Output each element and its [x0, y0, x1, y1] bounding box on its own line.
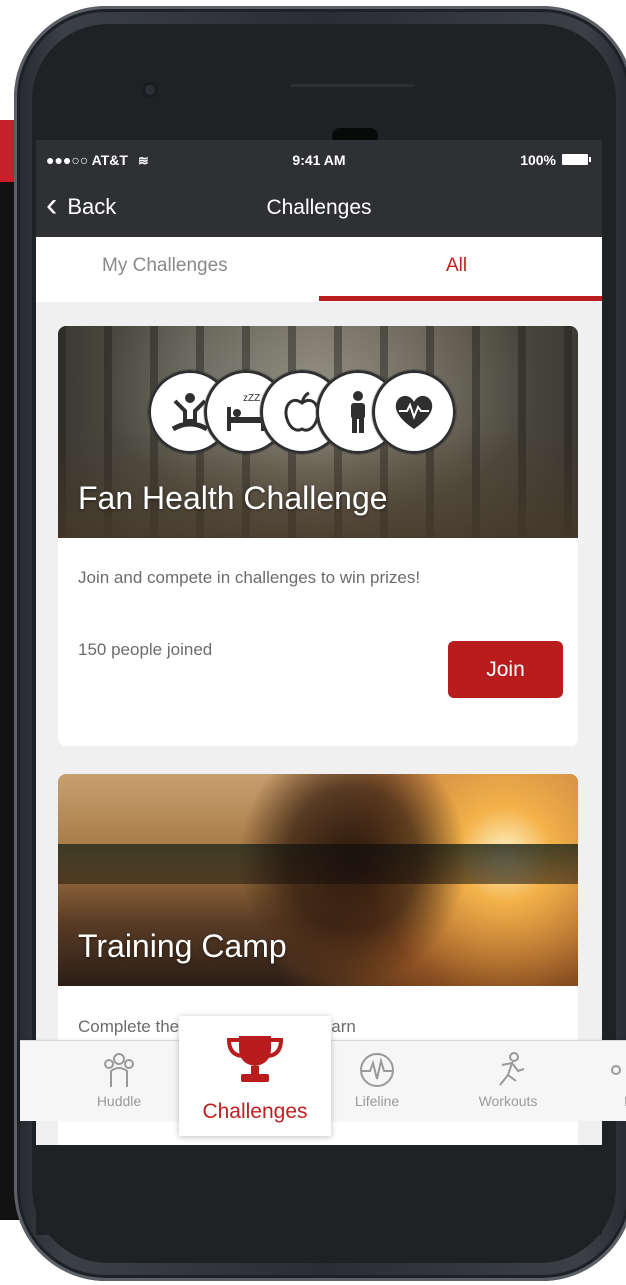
status-bar: ●●●○○ AT&T ≋ 9:41 AM 100%: [36, 140, 602, 180]
phone-screen: ●●●○○ AT&T ≋ 9:41 AM 100% ‹ Back Challen…: [36, 140, 602, 1145]
tab-my-challenges[interactable]: My Challenges: [102, 255, 228, 277]
tab-more[interactable]: M: [610, 1051, 626, 1109]
battery-percent: 100%: [520, 152, 556, 168]
challenge-description: Join and compete in challenges to win pr…: [78, 568, 421, 587]
tab-all[interactable]: All: [446, 255, 467, 277]
svg-text:zZZ: zZZ: [243, 393, 260, 404]
tab-label: Challenges: [202, 1100, 308, 1123]
tab-huddle[interactable]: Huddle: [84, 1051, 154, 1109]
huddle-icon: [104, 1053, 134, 1087]
speaker-grille: [290, 84, 415, 87]
navigation-bar: ‹ Back Challenges: [36, 180, 602, 237]
tab-workouts[interactable]: Workouts: [468, 1051, 548, 1109]
challenge-card[interactable]: zZZ Fan Health Challenge Join and compet…: [58, 326, 578, 746]
tab-label: Workouts: [478, 1093, 538, 1109]
badge-icons: zZZ: [148, 370, 456, 456]
participant-count: 150 people joined: [78, 640, 213, 659]
page-title: Challenges: [266, 196, 372, 219]
challenge-title: Fan Health Challenge: [78, 480, 388, 516]
battery-icon: [562, 154, 591, 165]
tab-label: Lifeline: [354, 1093, 400, 1109]
tab-label: Huddle: [96, 1093, 142, 1109]
front-camera: [142, 82, 158, 98]
challenge-title: Training Camp: [78, 928, 287, 964]
tab-challenges[interactable]: Challenges: [179, 1016, 331, 1136]
active-tab-indicator: [319, 296, 602, 301]
lifeline-icon: [360, 1053, 394, 1087]
segment-tabs: My Challenges All: [36, 237, 602, 302]
join-button[interactable]: Join: [448, 641, 563, 698]
tab-lifeline[interactable]: Lifeline: [342, 1051, 412, 1109]
heart-rate-icon: [372, 370, 456, 454]
phone-bottom-bezel: [36, 1145, 602, 1235]
runner-icon: [499, 1052, 525, 1086]
trophy-icon: [226, 1036, 284, 1082]
status-time: 9:41 AM: [292, 152, 346, 168]
more-icon: [611, 1065, 621, 1075]
